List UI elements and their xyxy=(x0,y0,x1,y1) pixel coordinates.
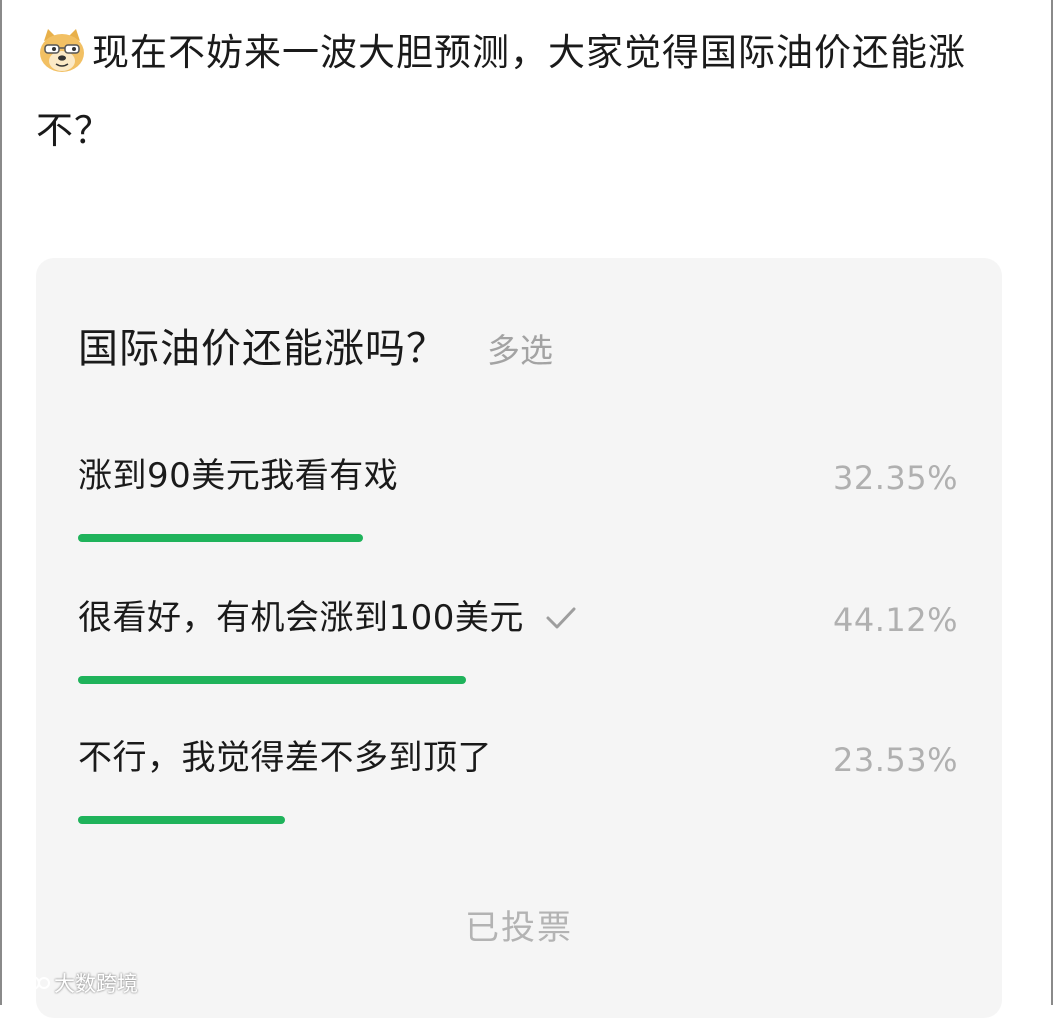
doge-emoji-icon xyxy=(40,29,84,72)
poll-option-bar xyxy=(78,816,958,824)
post-text: 现在不妨来一波大胆预测，大家觉得国际油价还能涨不？ xyxy=(36,14,1026,170)
poll-option-label: 不行，我觉得差不多到顶了 xyxy=(78,738,492,778)
poll-option-bar xyxy=(78,676,958,684)
poll-header: 国际油价还能涨吗？ 多选 xyxy=(78,316,553,374)
left-frame-border xyxy=(0,0,2,1005)
poll-option-percent: 44.12% xyxy=(832,601,958,639)
post-body-text: 现在不妨来一波大胆预测，大家觉得国际油价还能涨不？ xyxy=(36,31,966,152)
poll-option-bar-fill xyxy=(78,816,286,824)
poll-option[interactable]: 涨到90美元我看有戏 32.35% xyxy=(78,452,958,562)
poll-option-label: 很看好，有机会涨到100美元 xyxy=(78,598,524,638)
checkmark-icon xyxy=(546,607,576,629)
poll-question: 国际油价还能涨吗？ xyxy=(78,326,447,372)
poll-option-bar xyxy=(78,534,958,542)
poll-option[interactable]: 不行，我觉得差不多到顶了 23.53% xyxy=(78,734,958,844)
poll-option-label: 涨到90美元我看有戏 xyxy=(78,456,399,496)
poll-option-percent: 23.53% xyxy=(832,741,958,779)
poll-option-bar-fill xyxy=(78,676,467,684)
poll-type-label: 多选 xyxy=(487,331,553,370)
watermark-text: 大数跨境 xyxy=(54,972,138,996)
poll-option-percent: 32.35% xyxy=(832,459,958,497)
poll-option-bar-fill xyxy=(78,534,363,542)
poll-option-label-wrap: 很看好，有机会涨到100美元 xyxy=(78,594,578,642)
poll-card: 国际油价还能涨吗？ 多选 涨到90美元我看有戏 32.35% 很看好，有机会涨到… xyxy=(36,258,1002,1018)
watermark-logo-icon xyxy=(15,976,50,990)
voted-status: 已投票 xyxy=(465,908,573,948)
poll-option[interactable]: 很看好，有机会涨到100美元 44.12% xyxy=(78,594,958,704)
watermark: 大数跨境 xyxy=(14,968,138,998)
